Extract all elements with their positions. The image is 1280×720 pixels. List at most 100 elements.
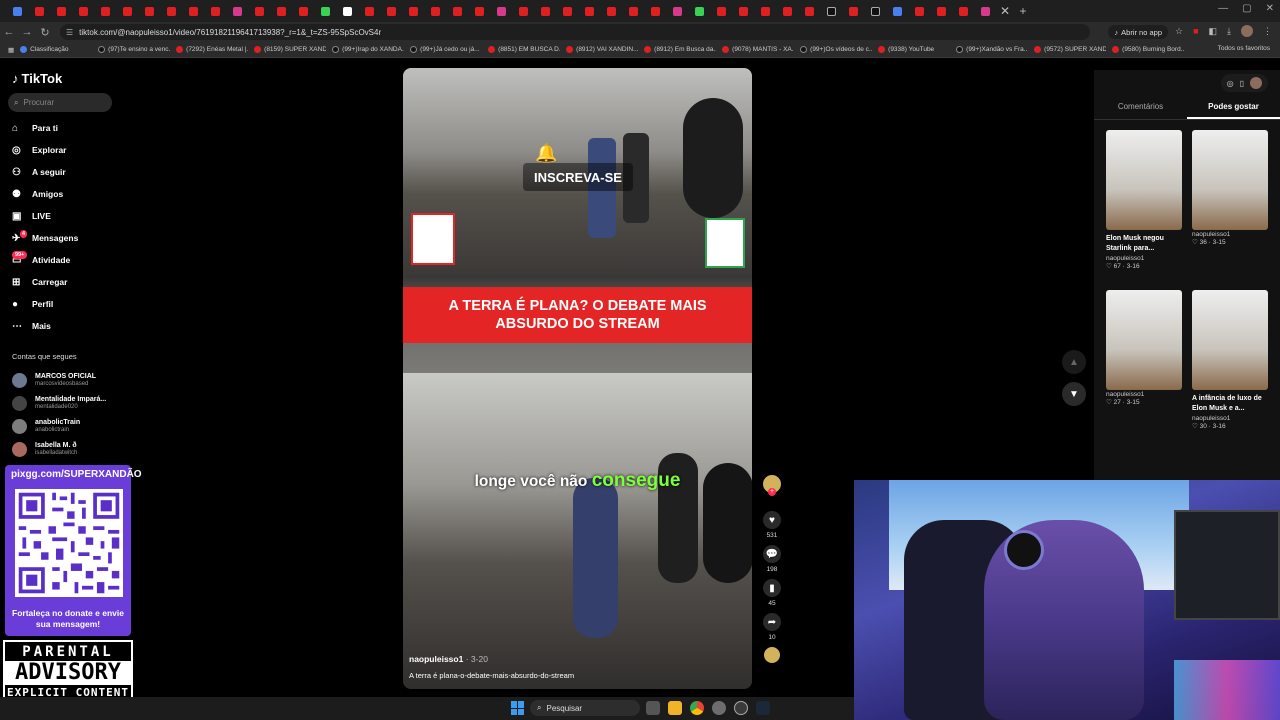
tab-comments[interactable]: Comentários [1094, 102, 1187, 119]
browser-tab[interactable] [776, 3, 798, 19]
browser-tab[interactable] [842, 3, 864, 19]
browser-tab[interactable] [138, 3, 160, 19]
card-author[interactable]: naopuleisso1 [1106, 391, 1182, 398]
card-author[interactable]: naopuleisso1 [1192, 415, 1268, 422]
maximize-icon[interactable]: ▢ [1242, 3, 1251, 14]
creator-avatar[interactable]: + [763, 475, 781, 496]
address-bar[interactable]: ☰ tiktok.com/@naopuleisso1/video/7619182… [60, 24, 1090, 40]
browser-tab[interactable] [644, 3, 666, 19]
browser-tab[interactable] [204, 3, 226, 19]
browser-tab[interactable] [908, 3, 930, 19]
browser-tab[interactable] [534, 3, 556, 19]
browser-tab[interactable] [688, 3, 710, 19]
chrome-icon[interactable] [690, 701, 704, 715]
bookmark-item[interactable]: (9572) SUPER XAND... [1034, 46, 1106, 53]
bookmark-star-icon[interactable]: ☆ [1175, 26, 1183, 37]
browser-tab-active[interactable] [974, 3, 996, 19]
following-account[interactable]: MARCOS OFICIAL marcosvideosbased [12, 369, 106, 392]
steam-icon[interactable] [756, 701, 770, 715]
sidebar-item-carregar[interactable]: ⊞ Carregar [0, 271, 140, 293]
browser-tab[interactable] [600, 3, 622, 19]
browser-tab[interactable] [6, 3, 28, 19]
menu-icon[interactable]: ⋮ [1263, 26, 1272, 37]
recommended-video-card[interactable]: A infância de luxo de Elon Musk e a... na… [1192, 290, 1268, 430]
browser-tab[interactable] [446, 3, 468, 19]
browser-tab[interactable] [292, 3, 314, 19]
browser-tab[interactable] [710, 3, 732, 19]
minimize-icon[interactable]: — [1218, 3, 1228, 14]
previous-video-chevron-up-icon[interactable]: ▲ [1062, 350, 1086, 374]
browser-tab[interactable] [666, 3, 688, 19]
bookmark-item[interactable]: (99+)Xandão vs Fra... [956, 46, 1028, 53]
tab-you-may-like[interactable]: Podes gostar [1187, 102, 1280, 119]
video-player[interactable]: 🔔 INSCREVA-SE A TERRA É PLANA? O DEBATE … [403, 68, 752, 689]
recommended-video-card[interactable]: naopuleisso1 ♡ 36 · 3-15 [1192, 130, 1268, 246]
following-account[interactable]: Mentalidade Impará... mentalidade020 [12, 392, 106, 415]
obs-icon[interactable] [734, 701, 748, 715]
browser-tab[interactable] [732, 3, 754, 19]
open-in-app-button[interactable]: ♪ Abrir no app [1108, 25, 1168, 39]
search-input[interactable]: ⌕ Procurar [8, 93, 112, 112]
sidebar-item-explorar[interactable]: ◎ Explorar [0, 139, 140, 161]
card-title[interactable]: A infância de luxo de Elon Musk e a... [1192, 394, 1268, 414]
browser-tab[interactable] [952, 3, 974, 19]
back-icon[interactable]: ← [0, 26, 18, 38]
tiktok-logo[interactable]: ♪ TikTok [12, 71, 62, 86]
author-name[interactable]: naopuleisso1 [409, 654, 463, 664]
browser-tab[interactable] [930, 3, 952, 19]
browser-tab[interactable] [116, 3, 138, 19]
card-author[interactable]: naopuleisso1 [1192, 231, 1268, 238]
browser-tab[interactable] [182, 3, 204, 19]
browser-tab[interactable] [886, 3, 908, 19]
browser-tab[interactable] [402, 3, 424, 19]
browser-tab[interactable] [160, 3, 182, 19]
browser-tab[interactable] [270, 3, 292, 19]
reload-icon[interactable]: ↻ [36, 26, 54, 39]
sidebar-item-a-seguir[interactable]: ⚇ A seguir [0, 161, 140, 183]
downloads-icon[interactable]: ⤓ [1227, 26, 1231, 37]
sidebar-item-atividade[interactable]: ▭ 99+ Atividade [0, 249, 140, 271]
video-thumbnail[interactable] [1192, 290, 1268, 390]
bookmark-item[interactable]: (7292) Enéas Metal |... [176, 46, 248, 53]
browser-tab[interactable] [314, 3, 336, 19]
browser-tab[interactable] [490, 3, 512, 19]
settings-gear-icon[interactable] [712, 701, 726, 715]
apps-icon[interactable]: ▦ [8, 46, 14, 54]
browser-tab[interactable] [754, 3, 776, 19]
extensions-icon[interactable]: ◧ [1209, 26, 1218, 37]
all-bookmarks[interactable]: Todos os favoritos [1218, 45, 1270, 52]
video-author[interactable]: naopuleisso1 · 3-20 [409, 654, 488, 664]
bookmark-item[interactable]: (9078) MANTIS - XA... [722, 46, 794, 53]
extension-icon[interactable]: ■ [1193, 26, 1198, 36]
card-title[interactable]: Elon Musk negou Starlink para... [1106, 234, 1182, 254]
browser-tab[interactable] [358, 3, 380, 19]
video-thumbnail[interactable] [1106, 290, 1182, 390]
browser-tab[interactable] [72, 3, 94, 19]
following-account[interactable]: anabolicTrain anabolictrain [12, 415, 106, 438]
windows-start-icon[interactable] [511, 701, 525, 715]
like-heart-icon[interactable]: ♥ [763, 511, 781, 529]
card-author[interactable]: naopuleisso1 [1106, 255, 1182, 262]
bookmark-item[interactable]: Classificação [20, 46, 92, 53]
browser-tab[interactable] [248, 3, 270, 19]
sidebar-item-amigos[interactable]: ⚉ Amigos [0, 183, 140, 205]
video-thumbnail[interactable] [1192, 130, 1268, 230]
bookmark-item[interactable]: (8912) Em Busca da... [644, 46, 716, 53]
browser-tab[interactable] [226, 3, 248, 19]
bookmark-item[interactable]: (9580) Burning Bord... [1112, 46, 1184, 53]
bookmark-icon[interactable]: ▮ [763, 579, 781, 597]
bookmark-item[interactable]: (97)Te ensino a venc... [98, 46, 170, 53]
compass-icon[interactable]: ◎ [1227, 79, 1234, 88]
recommended-video-card[interactable]: Elon Musk negou Starlink para... naopulei… [1106, 130, 1182, 270]
bookmark-item[interactable]: (99+)Já cedo ou já... [410, 46, 482, 53]
browser-tab[interactable] [94, 3, 116, 19]
next-video-chevron-down-icon[interactable]: ▼ [1062, 382, 1086, 406]
browser-tab[interactable] [336, 3, 358, 19]
comment-icon[interactable]: 💬 [763, 545, 781, 563]
bookmark-item[interactable]: (8912) VAI XANDIN... [566, 46, 638, 53]
user-avatar[interactable] [1250, 77, 1262, 89]
browser-tab[interactable] [622, 3, 644, 19]
browser-tab[interactable] [50, 3, 72, 19]
phone-icon[interactable]: ▯ [1240, 79, 1244, 88]
bookmark-item[interactable]: (99+)Os vídeos de c... [800, 46, 872, 53]
